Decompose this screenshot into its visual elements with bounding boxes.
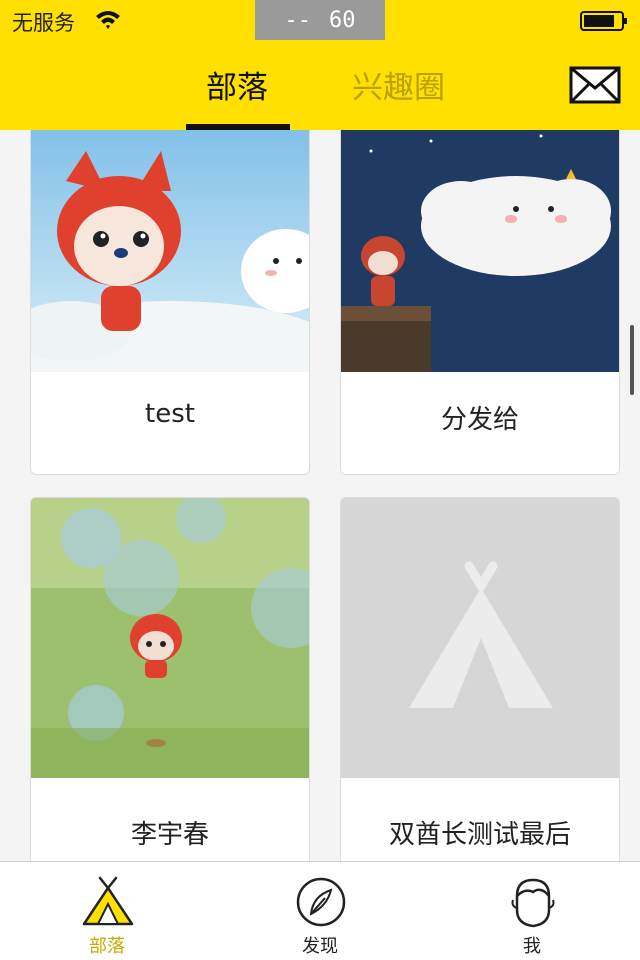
tribe-card-title: 李宇春 (130, 820, 209, 850)
tribe-card[interactable]: test (30, 130, 310, 475)
mail-icon[interactable] (569, 66, 621, 104)
tabbar-label-me: 我 (523, 936, 541, 957)
tribe-cover-image (31, 130, 309, 372)
tribe-card[interactable]: 双酋长测试最后 (340, 497, 620, 861)
status-bar: 无服务 -- 60 (0, 0, 640, 40)
tribe-cover-image (31, 498, 309, 778)
tribe-placeholder-image (341, 498, 619, 778)
tribe-card-title: 双酋长测试最后 (388, 820, 571, 850)
tent-placeholder-icon (409, 561, 553, 708)
tabbar-label-discover: 发现 (302, 936, 338, 957)
tab-interest-circle[interactable]: 兴趣圈 (352, 62, 445, 107)
bottom-tab-bar: 部落 发现 我 (0, 861, 640, 960)
tribe-card-title: 分发给 (440, 405, 519, 435)
tribe-card[interactable]: 李宇春 (30, 497, 310, 861)
discover-feather-icon (296, 877, 346, 927)
carrier-label: 无服务 (12, 11, 75, 35)
tabbar-item-tribe[interactable]: 部落 (47, 862, 167, 960)
wifi-icon (96, 11, 120, 29)
timer-dashes: -- (284, 7, 312, 33)
tabbar-label-tribe: 部落 (89, 936, 125, 957)
timer-value: 60 (329, 7, 356, 33)
tribe-tent-icon (82, 876, 134, 926)
tribe-grid[interactable]: test 分发给 李宇春 双酋长测试最后 (0, 130, 640, 861)
tab-tribe[interactable]: 部落 (206, 62, 268, 107)
profile-face-icon (511, 878, 555, 928)
tabbar-item-discover[interactable]: 发现 (260, 862, 380, 960)
top-nav-bar: 部落 兴趣圈 (0, 40, 640, 130)
tabbar-item-me[interactable]: 我 (472, 862, 592, 960)
tribe-card-title: test (145, 399, 195, 429)
tribe-cover-image (341, 130, 619, 372)
call-timer: -- 60 (255, 0, 385, 40)
scroll-indicator[interactable] (630, 325, 634, 395)
battery-icon (580, 11, 627, 31)
tribe-card[interactable]: 分发给 (340, 130, 620, 475)
